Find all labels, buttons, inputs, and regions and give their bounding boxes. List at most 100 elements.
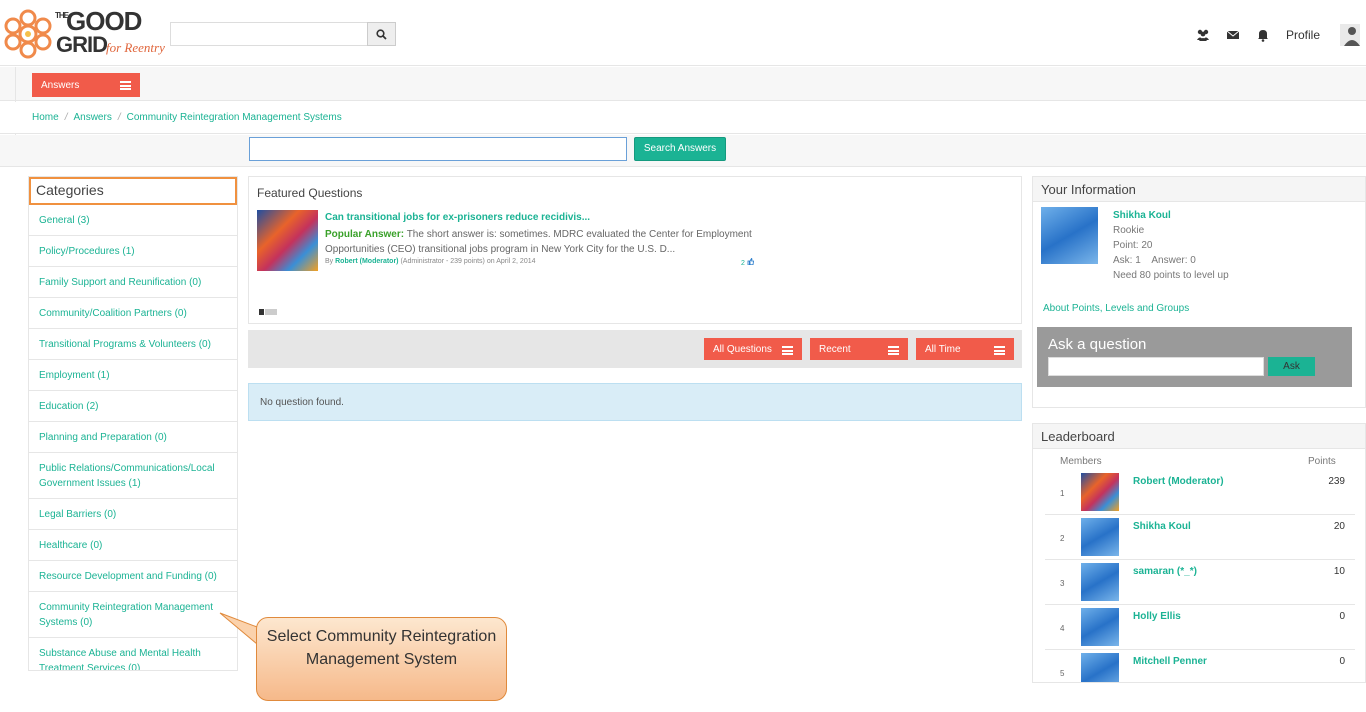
member-avatar[interactable] [1081,473,1119,511]
member-points: 10 [1333,566,1345,577]
your-name[interactable]: Shikha Koul [1113,208,1229,223]
answers-search-input[interactable] [249,137,627,161]
row-rank: 4 [1060,624,1065,633]
category-item[interactable]: Education (2) [29,391,237,422]
all-questions-label: All Questions [713,344,772,355]
categories-panel: Categories General (3) Policy/Procedures… [28,176,238,671]
category-item[interactable]: Legal Barriers (0) [29,499,237,530]
instruction-callout: Select Community Reintegration Managemen… [256,617,507,701]
leaderboard-title: Leaderboard [1033,424,1365,449]
all-time-label: All Time [925,344,961,355]
logo-grid: GRID [56,32,108,57]
member-name[interactable]: Robert (Moderator) [1133,476,1224,487]
featured-thumbnail[interactable] [257,210,318,271]
categories-title: Categories [29,177,237,205]
your-rank: Rookie [1113,225,1145,236]
carousel-dot[interactable] [265,309,277,315]
all-time-filter[interactable]: All Time [916,338,1014,360]
likes-count: 2 [741,260,745,267]
col-members: Members [1060,456,1102,467]
member-name[interactable]: Mitchell Penner [1133,656,1207,667]
featured-title: Featured Questions [257,186,363,200]
ask-question-input[interactable] [1048,357,1264,376]
flower-logo-icon [4,9,52,59]
site-logo[interactable]: THE GOOD GRID for Reentry [3,4,168,60]
leaderboard-row: 1 Robert (Moderator) 239 [1045,470,1355,515]
your-information-title: Your Information [1033,177,1365,202]
category-item-community-reintegration[interactable]: Community Reintegration Management Syste… [29,592,237,638]
recent-filter[interactable]: Recent [810,338,908,360]
breadcrumb-separator: / [117,112,121,123]
logo-subtitle: for Reentry [106,40,165,55]
carousel-indicator[interactable] [259,309,277,315]
bell-icon[interactable] [1256,28,1270,42]
your-information-panel: Your Information Shikha Koul Rookie Poin… [1032,176,1366,408]
ask-button[interactable]: Ask [1268,357,1315,376]
featured-question-link[interactable]: Can transitional jobs for ex-prisoners r… [325,212,590,223]
user-silhouette-icon [1344,27,1360,46]
leaderboard-panel: Leaderboard Members Points 1 Robert (Mod… [1032,423,1366,683]
member-avatar[interactable] [1081,518,1119,556]
category-item[interactable]: Planning and Preparation (0) [29,422,237,453]
featured-answer: Popular Answer: The short answer is: som… [325,227,755,257]
meta-author[interactable]: Robert (Moderator) [335,258,398,265]
page: THE GOOD GRID for Reentry Profile Answer… [0,0,1366,712]
answers-search-strip: Search Answers [0,135,1366,167]
category-item[interactable]: Public Relations/Communications/Local Go… [29,453,237,499]
category-item[interactable]: Transitional Programs & Volunteers (0) [29,329,237,360]
meta-date: on April 2, 2014 [486,258,536,265]
section-nav-bar: Answers [0,67,1366,101]
profile-link[interactable]: Profile [1286,28,1320,42]
users-icon[interactable] [1196,28,1210,42]
member-name[interactable]: Holly Ellis [1133,611,1181,622]
site-search-button[interactable] [367,22,396,46]
answers-menu-button[interactable]: Answers [32,73,140,97]
member-avatar[interactable] [1081,653,1119,682]
category-item[interactable]: Substance Abuse and Mental Health Treatm… [29,638,237,671]
carousel-dot-active[interactable] [259,309,264,315]
your-stats: Shikha Koul Rookie Point: 20 Ask: 1 Answ… [1113,208,1229,283]
ask-question-title: Ask a question [1048,336,1147,353]
featured-likes[interactable]: 2 [741,257,754,267]
category-item[interactable]: General (3) [29,205,237,236]
breadcrumb-answers[interactable]: Answers [73,112,111,123]
leaderboard-row: 5 Mitchell Penner 0 [1045,650,1355,682]
about-points-link[interactable]: About Points, Levels and Groups [1043,303,1189,314]
row-rank: 1 [1060,489,1065,498]
row-rank: 5 [1060,669,1065,678]
your-ask-count: Ask: 1 [1113,255,1141,266]
search-answers-button[interactable]: Search Answers [634,137,726,161]
breadcrumb-current[interactable]: Community Reintegration Management Syste… [127,112,342,123]
member-name[interactable]: samaran (*_*) [1133,566,1197,577]
breadcrumb-home[interactable]: Home [32,112,59,123]
category-item[interactable]: Family Support and Reunification (0) [29,267,237,298]
member-points: 0 [1339,656,1345,667]
your-avatar[interactable] [1041,207,1098,264]
thumbs-up-icon [747,257,754,266]
your-points: Point: 20 [1113,240,1153,251]
search-icon [376,28,387,40]
your-ask-answer: Ask: 1 Answer: 0 [1113,253,1229,268]
member-avatar[interactable] [1081,608,1119,646]
category-item[interactable]: Policy/Procedures (1) [29,236,237,267]
menu-icon [888,346,899,355]
member-avatar[interactable] [1081,563,1119,601]
category-item[interactable]: Employment (1) [29,360,237,391]
category-item[interactable]: Community/Coalition Partners (0) [29,298,237,329]
ask-question-box: Ask a question Ask [1037,327,1352,387]
member-name[interactable]: Shikha Koul [1133,521,1191,532]
featured-meta: By Robert (Moderator) (Administrator - 2… [325,258,536,265]
site-search-input[interactable] [170,22,368,46]
breadcrumb: Home / Answers / Community Reintegration Man… [0,102,1366,134]
row-rank: 2 [1060,534,1065,543]
user-avatar[interactable] [1340,24,1360,46]
envelope-icon[interactable] [1226,28,1240,42]
category-item[interactable]: Healthcare (0) [29,530,237,561]
all-questions-filter[interactable]: All Questions [704,338,802,360]
category-item[interactable]: Resource Development and Funding (0) [29,561,237,592]
menu-icon [782,346,793,355]
member-points: 20 [1333,521,1345,532]
leaderboard-rows: 1 Robert (Moderator) 239 2 Shikha Koul 2… [1045,470,1355,682]
menu-icon [994,346,1005,355]
popular-answer-label: Popular Answer: [325,229,405,240]
